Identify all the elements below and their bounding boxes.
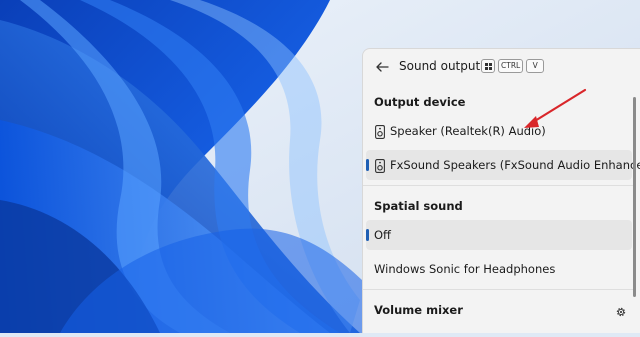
flyout-title: Sound output [399, 59, 481, 73]
output-device-item-speaker[interactable]: Speaker (Realtek(R) Audio) [366, 116, 632, 146]
selection-indicator [366, 229, 369, 241]
flyout-header: Sound output CTRL V [363, 49, 640, 85]
windows-key-icon [481, 59, 495, 73]
speaker-icon [375, 158, 385, 173]
sound-output-flyout: Sound output CTRL V Output device Speake… [362, 48, 640, 333]
spatial-sound-label: Windows Sonic for Headphones [374, 262, 556, 276]
spatial-sound-item-off[interactable]: Off [366, 220, 632, 250]
shortcut-key-ctrl: CTRL [498, 59, 524, 73]
divider [363, 289, 635, 290]
volume-mixer-heading: Volume mixer [374, 303, 463, 317]
speaker-icon [375, 124, 385, 139]
back-arrow-icon[interactable] [373, 58, 391, 76]
divider [363, 185, 635, 186]
output-device-label: FxSound Speakers (FxSound Audio Enhancer… [390, 158, 640, 172]
output-device-label: Speaker (Realtek(R) Audio) [390, 124, 546, 138]
shortcut-key-v: V [526, 59, 545, 73]
output-device-heading: Output device [374, 95, 466, 109]
spatial-sound-heading: Spatial sound [374, 199, 463, 213]
spatial-sound-label: Off [374, 228, 391, 242]
selection-indicator [366, 159, 369, 171]
spatial-sound-item-windows-sonic[interactable]: Windows Sonic for Headphones [366, 254, 632, 284]
gear-icon[interactable] [615, 303, 627, 317]
output-device-item-fxsound[interactable]: FxSound Speakers (FxSound Audio Enhancer… [366, 150, 640, 180]
keyboard-shortcut-hint: CTRL V [481, 59, 545, 73]
scrollbar[interactable] [633, 97, 636, 297]
